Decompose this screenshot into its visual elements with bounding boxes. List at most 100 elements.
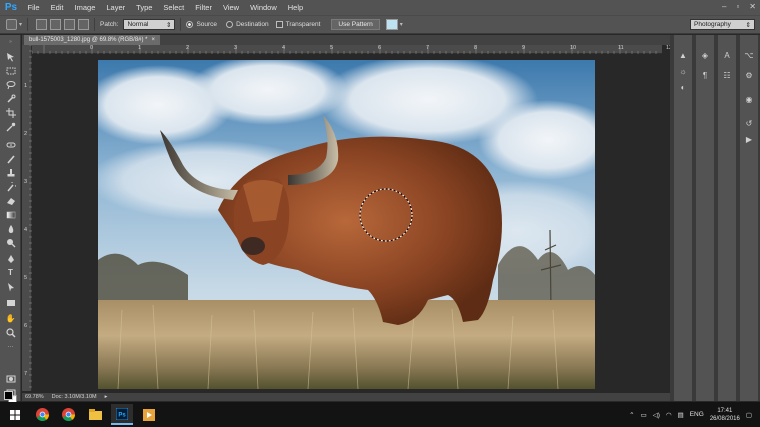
menu-file[interactable]: File xyxy=(22,0,45,15)
history-icon[interactable]: ↺ xyxy=(742,117,756,129)
quick-mask-icon[interactable] xyxy=(5,373,16,384)
type-tool-icon[interactable]: T xyxy=(5,267,16,278)
marquee-tool-icon[interactable] xyxy=(5,65,16,76)
maximize-icon[interactable]: ▫ xyxy=(736,2,739,11)
chrome-icon[interactable] xyxy=(57,404,79,425)
layers-icon[interactable]: ◈ xyxy=(698,49,712,61)
destination-label: Destination xyxy=(236,21,269,28)
windows-taskbar: Ps ⌃ ▭ ◁) ◠ ▤ ENG 17:41 26/08/2016 ▢ xyxy=(0,402,760,427)
separator xyxy=(94,18,96,31)
destination-radio[interactable] xyxy=(226,21,234,28)
volume-icon[interactable]: ◁) xyxy=(653,411,660,419)
clock-date: 26/08/2016 xyxy=(709,415,740,422)
healing-brush-tool-icon[interactable] xyxy=(5,139,16,150)
edit-toolbar-icon[interactable]: ··· xyxy=(5,341,16,352)
brightness-icon[interactable]: ☼ xyxy=(676,65,690,77)
use-pattern-button[interactable]: Use Pattern xyxy=(331,19,380,30)
menu-help[interactable]: Help xyxy=(282,0,308,15)
menu-view[interactable]: View xyxy=(217,0,244,15)
lasso-tool-icon[interactable] xyxy=(5,79,16,90)
crop-tool-icon[interactable] xyxy=(5,107,16,118)
pen-tool-icon[interactable] xyxy=(5,253,16,264)
intersect-selection-icon[interactable] xyxy=(78,19,90,30)
quick-select-tool-icon[interactable] xyxy=(5,93,16,104)
menu-window[interactable]: Window xyxy=(245,0,283,15)
ruler-number: 2 xyxy=(186,45,190,51)
character-icon[interactable]: A xyxy=(720,49,734,61)
menu-edit[interactable]: Edit xyxy=(45,0,69,15)
source-radio[interactable] xyxy=(186,21,194,28)
document-image[interactable] xyxy=(98,60,595,389)
ruler-number: 6 xyxy=(378,45,382,51)
move-tool-icon[interactable] xyxy=(5,51,16,62)
canvas-area[interactable] xyxy=(32,55,662,391)
menu-image[interactable]: Image xyxy=(69,0,101,15)
transparent-checkbox[interactable] xyxy=(275,21,283,28)
pattern-swatch[interactable] xyxy=(385,19,398,30)
paragraph-icon[interactable]: ¶ xyxy=(698,69,712,81)
brush-tool-icon[interactable] xyxy=(5,153,16,164)
options-bar: ▾ Patch: Normal ⇕ Source Destination Tra… xyxy=(0,15,760,34)
hand-tool-icon[interactable]: ✋ xyxy=(5,313,16,324)
photoshop-taskbar-icon[interactable]: Ps xyxy=(111,404,133,425)
subtract-selection-icon[interactable] xyxy=(64,19,76,30)
clone-stamp-tool-icon[interactable] xyxy=(5,167,16,178)
history-brush-tool-icon[interactable] xyxy=(5,181,16,192)
network-icon[interactable]: ◠ xyxy=(666,411,672,419)
chrome-icon[interactable] xyxy=(31,404,53,425)
chevron-down-icon[interactable]: ▾ xyxy=(400,21,403,28)
tool-preset-icon[interactable] xyxy=(6,19,17,30)
styles-icon[interactable]: ⚙ xyxy=(742,69,756,81)
workspace-select[interactable]: Photography ⇕ xyxy=(690,19,755,30)
minimize-icon[interactable]: – xyxy=(722,2,726,11)
new-selection-icon[interactable] xyxy=(36,19,48,30)
close-window-icon[interactable]: ✕ xyxy=(749,2,756,11)
zoom-tool-icon[interactable] xyxy=(5,327,16,338)
action-center-icon[interactable]: ▢ xyxy=(746,411,752,419)
menu-layer[interactable]: Layer xyxy=(101,0,131,15)
battery-icon[interactable]: ▭ xyxy=(641,411,647,419)
histogram-icon[interactable]: ▲ xyxy=(676,49,690,61)
close-tab-icon[interactable]: × xyxy=(152,35,156,45)
menu-bar: Ps File Edit Image Layer Type Select Fil… xyxy=(0,0,760,15)
rectangle-tool-icon[interactable] xyxy=(5,297,16,308)
properties-icon[interactable]: ☷ xyxy=(720,69,734,81)
tools-panel: » T ✋ ··· xyxy=(0,35,21,404)
eyedropper-tool-icon[interactable] xyxy=(5,121,16,132)
media-app-icon[interactable] xyxy=(138,404,160,425)
language-indicator[interactable]: ENG xyxy=(690,411,704,418)
brush-settings-icon[interactable]: ⌥ xyxy=(742,49,756,61)
document-tab[interactable]: bull-1575003_1280.jpg @ 69.8% (RGB/8#) *… xyxy=(24,35,161,45)
actions-icon[interactable]: ▶ xyxy=(742,133,756,145)
ruler-number: 5 xyxy=(330,45,334,51)
windows-start-icon[interactable] xyxy=(4,404,26,425)
ruler-number: 2 xyxy=(24,131,28,137)
photoshop-logo[interactable]: Ps xyxy=(0,0,22,15)
status-arrow-icon[interactable]: ▸ xyxy=(105,394,108,400)
zoom-level[interactable]: 69.78% xyxy=(25,394,44,400)
clock[interactable]: 17:41 26/08/2016 xyxy=(710,407,740,423)
collapse-icon[interactable]: » xyxy=(5,37,16,48)
chevron-down-icon[interactable]: ▾ xyxy=(19,21,22,28)
ruler-number: 1 xyxy=(24,83,28,89)
notification-icon[interactable]: ▤ xyxy=(678,411,684,419)
foreground-color-swatch[interactable] xyxy=(4,391,13,400)
ruler-number: 3 xyxy=(234,45,238,51)
doc-size[interactable]: Doc: 3.10M/3.10M xyxy=(52,394,97,400)
menu-type[interactable]: Type xyxy=(131,0,158,15)
adjustments-icon[interactable]: ◐ xyxy=(676,81,690,93)
menu-filter[interactable]: Filter xyxy=(190,0,218,15)
libraries-icon[interactable]: ◉ xyxy=(742,93,756,105)
patch-mode-select[interactable]: Normal ⇕ xyxy=(123,19,176,30)
chevron-up-icon[interactable]: ⌃ xyxy=(629,411,634,419)
add-selection-icon[interactable] xyxy=(50,19,62,30)
gradient-tool-icon[interactable] xyxy=(5,209,16,220)
blur-tool-icon[interactable] xyxy=(5,223,16,234)
horizontal-ruler[interactable]: 0123456789101112 xyxy=(32,45,672,54)
eraser-tool-icon[interactable] xyxy=(5,195,16,206)
path-select-tool-icon[interactable] xyxy=(5,281,16,292)
menu-select[interactable]: Select xyxy=(158,0,190,15)
file-explorer-icon[interactable] xyxy=(84,404,106,425)
dodge-tool-icon[interactable] xyxy=(5,237,16,248)
vertical-ruler[interactable]: 1 2 3 4 5 6 7 xyxy=(22,45,32,391)
